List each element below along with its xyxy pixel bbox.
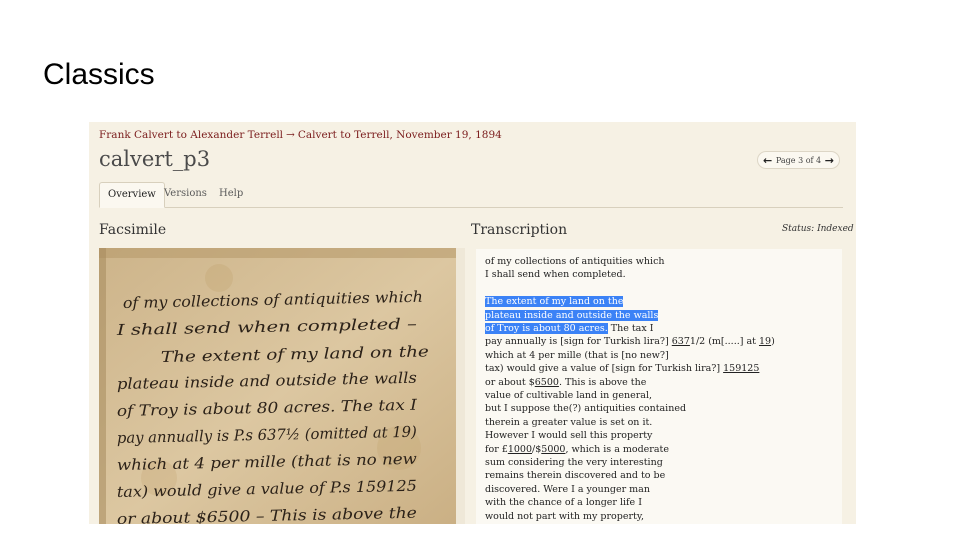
- transcription-line: which at 4 per mille (that is [no new?]: [485, 349, 669, 362]
- line-text: I shall send when completed.: [485, 269, 626, 281]
- transcription-line: value of cultivable land in general,: [485, 389, 652, 402]
- transcription-line: for £1000/$5000, which is a moderate: [485, 443, 669, 456]
- line-text: with the chance of a longer life I: [485, 497, 642, 509]
- line-text: but I suppose the(?) antiquities contain…: [485, 403, 687, 415]
- line-text: pay annually is [sign for Turkish lira?]: [485, 336, 672, 348]
- line-text: However I would sell this property: [485, 430, 653, 442]
- facsimile-heading: Facsimile: [99, 222, 167, 238]
- transcription-line: discovered. Were I a younger man: [485, 483, 650, 496]
- archive-viewer: Frank Calvert to Alexander Terrell → Calve…: [89, 122, 856, 524]
- line-text: . This is above the: [558, 376, 647, 388]
- underlined-text: 637: [671, 336, 690, 348]
- slide-title: Classics: [43, 58, 155, 91]
- transcription-line: plateau inside and outside the walls: [485, 309, 659, 322]
- line-text: value of cultivable land in general,: [485, 390, 653, 401]
- line-text: tax) would give a value of [sign for Tur…: [485, 363, 724, 375]
- line-text: 1/2 (m[.....] at: [689, 336, 759, 348]
- line-text: /$: [532, 443, 542, 455]
- transcription-line: I shall send when completed.: [485, 268, 626, 281]
- facsimile-scrollbar[interactable]: [456, 248, 465, 524]
- underlined-text: 6500: [534, 376, 559, 388]
- line-text: sum considering the very interesting: [485, 457, 663, 468]
- line-text: would not part with my property,: [485, 510, 644, 522]
- tab-versions[interactable]: Versions: [156, 182, 215, 206]
- line-text: of my collections of antiquities which: [485, 256, 665, 267]
- transcription-line: remains therein discovered and to be: [485, 469, 665, 482]
- line-text: for £: [485, 443, 508, 455]
- manuscript-scan: of my collections of antiquities whichI …: [99, 248, 465, 524]
- line-text: or about $: [485, 376, 535, 388]
- breadcrumb: Frank Calvert to Alexander Terrell → Calve…: [99, 129, 502, 141]
- underlined-text: 159125: [723, 363, 760, 375]
- transcription-line: tax) would give a value of [sign for Tur…: [485, 362, 759, 375]
- breadcrumb-document-link[interactable]: Calvert to Terrell, November 19, 1894: [298, 129, 502, 141]
- transcription-line: therein a greater value is set on it.: [485, 416, 652, 429]
- transcription-line: but I suppose the(?) antiquities contain…: [485, 402, 686, 415]
- transcription-line: pay annually is [sign for Turkish lira?]…: [485, 335, 775, 348]
- selected-text: of Troy is about 80 acres.: [485, 323, 608, 334]
- page-title: calvert_p3: [99, 147, 211, 171]
- transcription-line: of my collections of antiquities which: [485, 255, 665, 268]
- facsimile-image[interactable]: of my collections of antiquities which I …: [99, 248, 465, 524]
- page-navigator: ← Page 3 of 4 →: [757, 151, 840, 169]
- tab-bar: Overview Versions Help: [99, 182, 843, 208]
- line-text: ): [771, 336, 775, 348]
- underlined-text: 5000: [541, 443, 566, 455]
- transcription-line: would not part with my property,: [485, 510, 644, 523]
- breadcrumb-arrow-icon: →: [286, 129, 295, 141]
- line-text: which at 4 per mille (that is [no new?]: [485, 349, 669, 361]
- transcription-line: or about $6500. This is above the: [485, 376, 646, 389]
- underlined-text: 1000: [507, 443, 533, 455]
- transcription-line: The extent of my land on the: [485, 295, 624, 308]
- line-text: discovered. Were I a younger man: [485, 483, 650, 495]
- transcription-line: with the chance of a longer life I: [485, 496, 642, 509]
- tab-help[interactable]: Help: [211, 182, 251, 206]
- page-indicator: Page 3 of 4: [775, 155, 822, 165]
- breadcrumb-collection-link[interactable]: Frank Calvert to Alexander Terrell: [99, 129, 283, 141]
- transcription-line: sum considering the very interesting: [485, 456, 663, 469]
- line-text: remains therein discovered and to be: [485, 470, 666, 482]
- selected-text: The extent of my land on the: [485, 296, 624, 308]
- transcription-panel: of my collections of antiquities which I …: [476, 249, 842, 524]
- underlined-text: 19: [758, 336, 772, 348]
- line-text: The tax I: [607, 323, 654, 334]
- transcription-line: of Troy is about 80 acres. The tax I: [485, 322, 653, 335]
- tab-overview[interactable]: Overview: [99, 182, 165, 208]
- transcription-line: However I would sell this property: [485, 429, 652, 442]
- prev-page-arrow-icon[interactable]: ←: [763, 154, 772, 167]
- line-text: , which is a moderate: [565, 443, 669, 455]
- selected-text: plateau inside and outside the walls: [485, 309, 659, 321]
- status-label: Status: Indexed: [782, 224, 854, 234]
- transcription-heading: Transcription: [471, 222, 568, 238]
- next-page-arrow-icon[interactable]: →: [825, 154, 834, 167]
- line-text: therein a greater value is set on it.: [485, 416, 653, 428]
